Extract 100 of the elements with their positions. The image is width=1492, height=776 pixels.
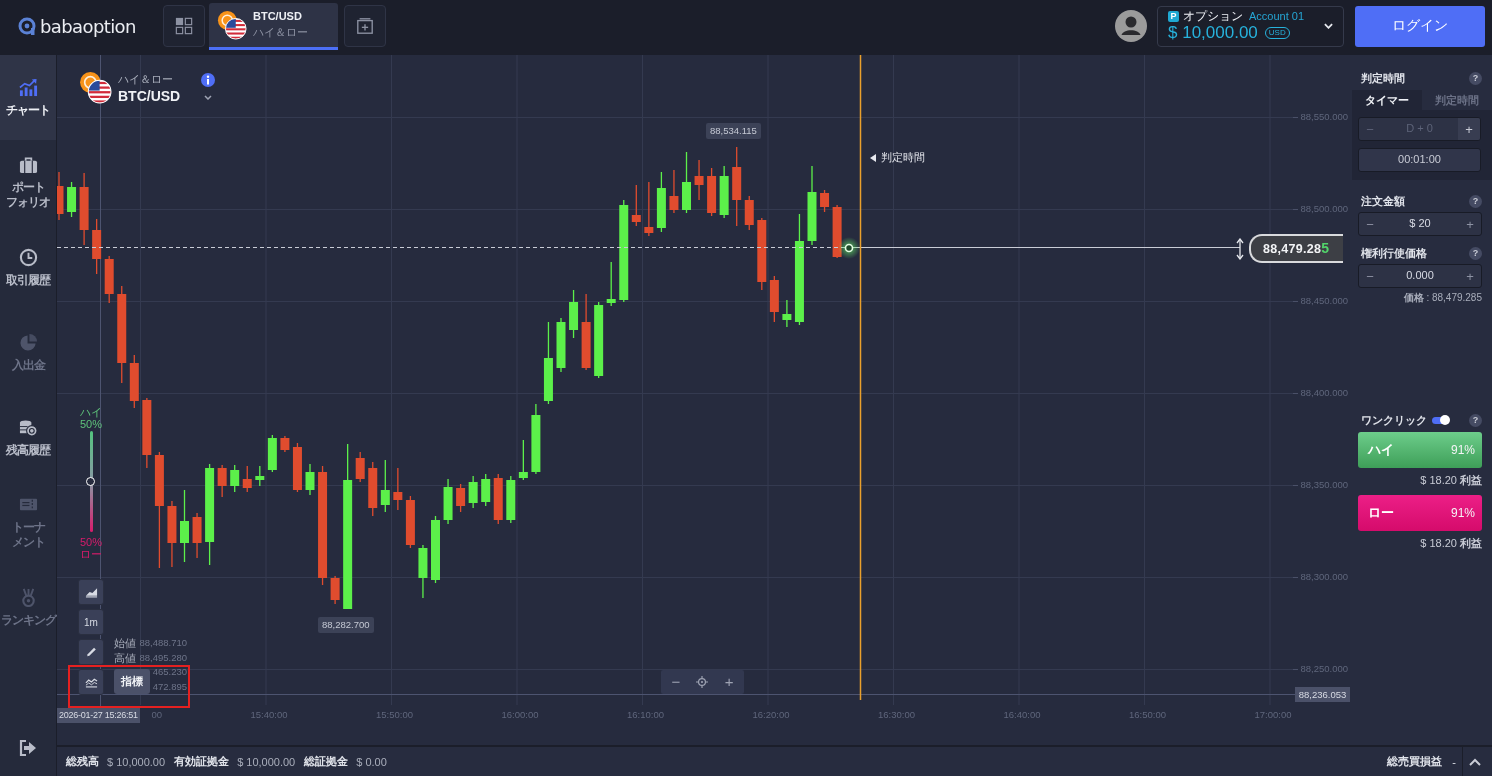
minus-button[interactable]: − [1359, 213, 1381, 235]
logo-text: babaoption [40, 15, 136, 37]
layout-button[interactable] [163, 5, 205, 47]
current-price-dot-icon [838, 237, 860, 259]
pnl-value: - [1452, 755, 1456, 768]
balance-label: 総残高 [66, 754, 99, 769]
crosshair-target-icon[interactable] [696, 676, 709, 688]
one-click-label: ワンクリック [1361, 412, 1427, 428]
strike-price-field[interactable]: 0.000 [1381, 265, 1459, 287]
account-type: オプション [1183, 9, 1243, 23]
balance-value: $ 10,000.00 [107, 755, 166, 768]
clock-icon [18, 247, 38, 267]
ohlc-label: 始値 [114, 637, 137, 649]
ohlc-value: 88,495.280 [139, 651, 187, 664]
expiry-label: 判定時間 [881, 150, 925, 165]
pencil-icon [84, 646, 98, 658]
info-icon[interactable] [201, 73, 216, 87]
price-axis-label: 88,400.000 [1300, 387, 1348, 399]
time-field[interactable]: 00:01:00 [1358, 148, 1481, 172]
ohlc-value: 472.895 [152, 680, 187, 693]
tooltip: 指標 [114, 669, 150, 694]
line-chart-icon [18, 77, 38, 97]
price-axis-label: 88,250.000 [1300, 663, 1348, 675]
price-axis-label: 88,450.000 [1300, 295, 1348, 307]
account-badge: P [1168, 10, 1179, 22]
sidebar-item[interactable]: 残高履歴 [0, 395, 56, 480]
add-window-icon [356, 17, 374, 35]
high-price-label: 88,534.115 [706, 123, 761, 139]
time-axis-label: 16:10:00 [627, 709, 664, 721]
login-button[interactable]: ログイン [1355, 5, 1485, 47]
zoom-out-button[interactable]: − [666, 672, 685, 692]
logo-icon [18, 16, 36, 36]
help-button[interactable]: ? [1469, 194, 1482, 208]
left-triangle-icon [870, 153, 876, 162]
time-axis-label: 15:40:00 [250, 709, 288, 721]
avatar-icon[interactable] [1115, 10, 1147, 42]
wave-line-icon [84, 676, 98, 688]
time-axis-label: 16:40:00 [1003, 709, 1041, 721]
amount-field[interactable]: $ 20 [1381, 213, 1459, 235]
asset-pair[interactable]: BTC/USD [118, 87, 181, 104]
time-axis-label: 16:00:00 [501, 709, 539, 721]
profit-text: $ 18.20 利益 [1420, 473, 1482, 488]
ohlc-value: 465.230 [152, 666, 187, 678]
pie-chart-icon [18, 332, 38, 352]
help-button[interactable]: ? [1469, 71, 1482, 85]
time-axis-label: 15:50:00 [376, 709, 413, 721]
price-axis-label: 88,300.000 [1300, 571, 1348, 583]
briefcase-icon [18, 155, 38, 174]
profit-text: $ 18.20 利益 [1420, 536, 1482, 551]
low-price-label: 88,282.700 [318, 617, 374, 633]
sidebar-item[interactable]: 取引履歴 [0, 225, 56, 310]
coin-flag-icon [79, 71, 112, 104]
price-axis-label: 88,550.000 [1300, 111, 1348, 123]
chevron-up-icon[interactable] [1469, 757, 1481, 766]
sidebar-item[interactable]: ポート フォリオ [0, 140, 56, 225]
help-button[interactable]: ? [1469, 413, 1482, 427]
minus-button[interactable]: − [1359, 265, 1381, 287]
add-tab-button[interactable] [344, 5, 386, 47]
section-title: 判定時間 [1361, 70, 1405, 86]
account-selector[interactable]: P オプション Account 01 $ 10,000.00 USD [1157, 5, 1344, 47]
section-title: 権利行使価格 [1361, 245, 1427, 261]
time-axis-label: 16:20:00 [752, 709, 790, 721]
trade-type-label: ハイ＆ロー [118, 71, 174, 87]
indicator-button[interactable] [78, 669, 104, 695]
expiry-tab[interactable]: タイマー [1352, 90, 1422, 110]
sidebar-item[interactable]: チャート [0, 55, 56, 140]
zoom-in-button[interactable]: + [720, 672, 739, 692]
crosshair-price-label: 88,236.053 [1295, 687, 1350, 702]
pnl-label: 総売買損益 [1387, 754, 1443, 769]
logout-icon[interactable] [19, 740, 37, 756]
balance-value: $ 0.00 [356, 755, 387, 768]
chevron-down-icon[interactable] [204, 95, 213, 100]
trade-button[interactable]: ロー 91% [1358, 495, 1482, 531]
ohlc-label: 高値 [114, 651, 137, 664]
ohlc-value: 88,488.710 [139, 637, 187, 649]
current-price-tag: 88,479.285 [1249, 234, 1343, 263]
plus-button[interactable]: + [1459, 265, 1481, 287]
balance-label: 総証拠金 [304, 754, 349, 769]
plus-button[interactable]: + [1459, 213, 1481, 235]
asset-tab[interactable]: BTC/USD ハイ＆ロー [209, 3, 338, 50]
help-button[interactable]: ? [1469, 246, 1482, 260]
price-note: 価格 : 88,479.285 [1403, 291, 1482, 305]
account-name: Account 01 [1249, 10, 1305, 22]
section-title: 注文金額 [1361, 193, 1405, 209]
time-axis-label: 17:00:00 [1254, 709, 1292, 721]
coin-stack-icon [18, 417, 38, 437]
crosshair-time-label: 2026-01-27 15:26:51 [57, 708, 140, 723]
account-balance: $ 10,000.00 [1168, 23, 1258, 43]
timeframe-button[interactable]: 1m [78, 609, 104, 635]
drawing-tool-button[interactable] [78, 639, 104, 665]
grid-icon [175, 17, 193, 35]
price-axis-label: 88,350.000 [1300, 479, 1348, 491]
time-axis-label: 16:50:00 [1129, 709, 1166, 721]
one-click-toggle[interactable] [1432, 416, 1449, 424]
caret-icon [1324, 23, 1333, 29]
time-axis-label: 16:30:00 [878, 709, 915, 721]
coin-flag-icon [217, 10, 247, 40]
expiry-tab[interactable]: 判定時間 [1422, 90, 1492, 110]
balance-label: 有効証拠金 [174, 754, 230, 769]
up-down-arrow-icon[interactable] [1236, 237, 1244, 260]
